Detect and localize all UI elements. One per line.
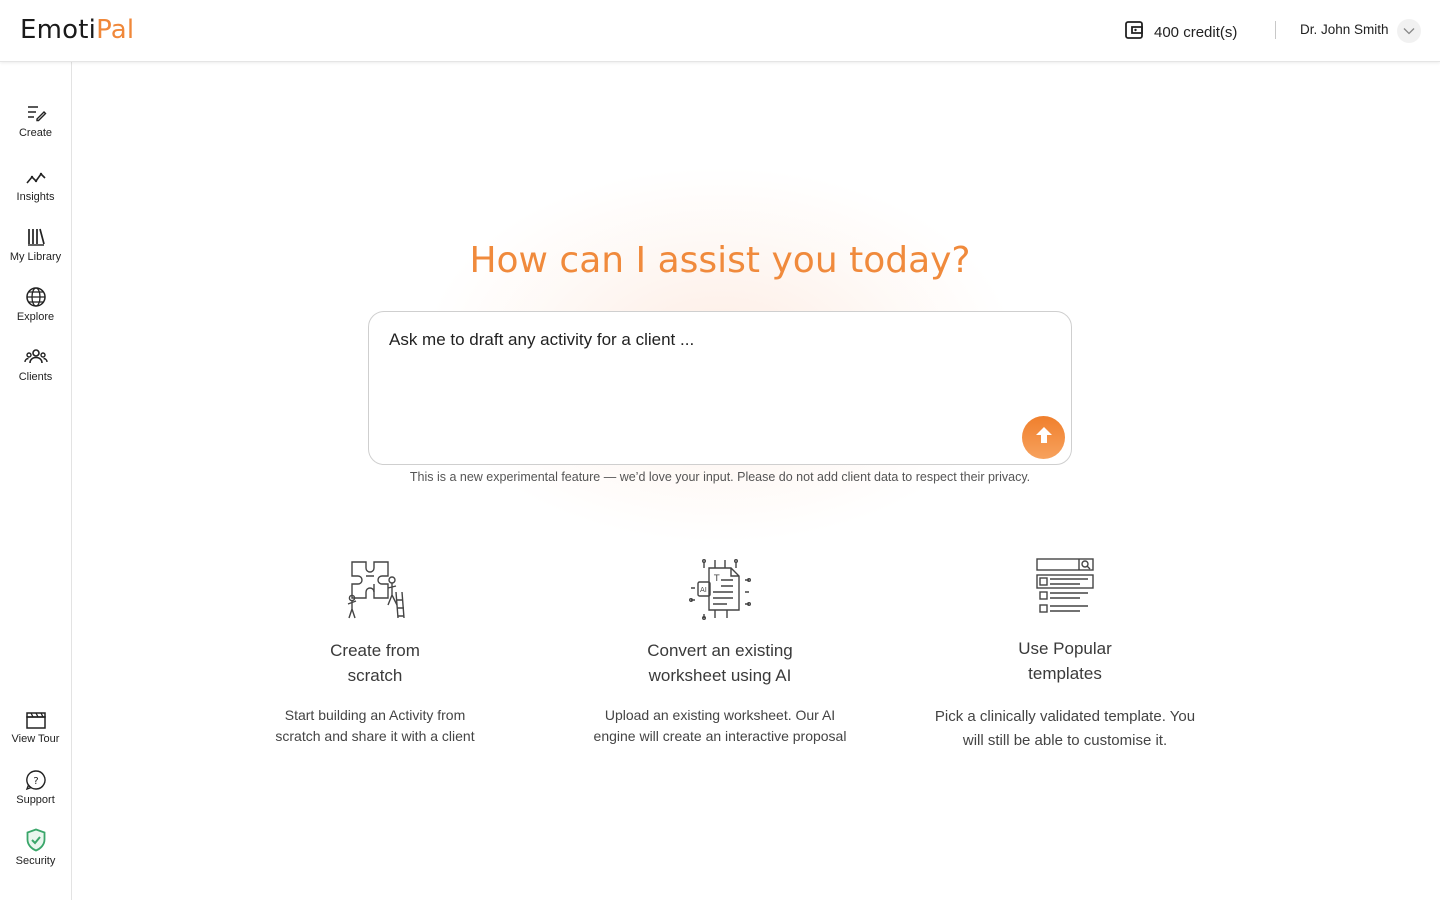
card-popular-templates[interactable]: Use Popular templates Pick a clinically … — [910, 556, 1220, 753]
shield-check-icon — [25, 828, 47, 852]
template-list-icon — [910, 556, 1220, 620]
card-title-line1: Convert an existing — [647, 641, 793, 660]
clients-icon — [23, 346, 48, 368]
chevron-down-icon — [1403, 22, 1415, 40]
clapperboard-icon — [25, 710, 47, 730]
header-divider — [1275, 21, 1276, 39]
card-title-line2: worksheet using AI — [648, 666, 792, 685]
svg-text:?: ? — [33, 776, 38, 787]
card-title-line2: scratch — [347, 666, 403, 685]
arrow-up-icon — [1033, 424, 1055, 451]
puzzle-icon — [255, 558, 495, 622]
logo-text-part1: Emoti — [20, 15, 97, 45]
card-desc-line1: Upload an existing worksheet. Our AI — [604, 707, 836, 723]
globe-icon — [25, 286, 47, 308]
sidebar-item-label: View Tour — [11, 733, 60, 745]
prompt-input-box[interactable]: Ask me to draft any activity for a clien… — [368, 311, 1072, 465]
credits-label: 400 credit(s) — [1154, 23, 1238, 41]
sidebar-item-clients[interactable]: Clients — [0, 346, 71, 383]
card-desc-line2: engine will create an interactive propos… — [593, 728, 847, 744]
card-title-line2: templates — [1028, 664, 1102, 683]
card-create-from-scratch[interactable]: Create from scratch Start building an Ac… — [255, 558, 495, 747]
sidebar-item-label: Insights — [16, 191, 55, 203]
privacy-disclaimer: This is a new experimental feature — we’… — [409, 470, 1031, 484]
logo-text-part2: Pal — [96, 15, 135, 45]
insights-icon — [25, 166, 47, 188]
sidebar-item-label: Security — [15, 855, 56, 867]
card-desc-line2: scratch and share it with a client — [275, 728, 475, 744]
ai-document-icon: T AI — [570, 558, 870, 622]
help-icon: ? — [25, 769, 47, 791]
send-prompt-button[interactable] — [1022, 416, 1065, 459]
sidebar-item-view-tour[interactable]: View Tour — [0, 710, 71, 745]
create-icon — [25, 102, 47, 124]
card-desc-line1: Pick a clinically validated template. Yo… — [934, 708, 1196, 725]
card-convert-worksheet[interactable]: T AI Convert an existing worksheet using… — [570, 558, 870, 747]
sidebar-item-label: Explore — [16, 311, 55, 323]
user-menu-button[interactable] — [1397, 19, 1421, 43]
sidebar-item-label: Create — [18, 127, 53, 139]
sidebar-item-label: Clients — [18, 371, 53, 383]
sidebar-item-security[interactable]: Security — [0, 828, 71, 867]
sidebar-item-support[interactable]: ? Support — [0, 769, 71, 806]
wallet-icon — [1124, 20, 1144, 44]
card-desc-line1: Start building an Activity from — [284, 707, 466, 723]
card-desc-line2: will still be able to customise it. — [962, 732, 1168, 749]
page-headline: How can I assist you today? — [469, 240, 971, 281]
user-name[interactable]: Dr. John Smith — [1300, 22, 1389, 37]
top-header: EmotiPal 400 credit(s) Dr. John Smith — [0, 0, 1440, 62]
sidebar-item-explore[interactable]: Explore — [0, 286, 71, 323]
emotipal-logo[interactable]: EmotiPal — [20, 15, 134, 45]
card-title-line1: Use Popular — [1018, 639, 1112, 658]
sidebar-item-label: Support — [16, 794, 55, 806]
svg-text:AI: AI — [700, 586, 707, 594]
sidebar-item-create[interactable]: Create — [0, 102, 71, 139]
sidebar-item-insights[interactable]: Insights — [0, 166, 71, 203]
svg-text:T: T — [713, 574, 720, 584]
card-title-line1: Create from — [330, 641, 420, 660]
prompt-input-placeholder: Ask me to draft any activity for a clien… — [389, 330, 695, 349]
credits-display[interactable]: 400 credit(s) — [1124, 20, 1237, 44]
